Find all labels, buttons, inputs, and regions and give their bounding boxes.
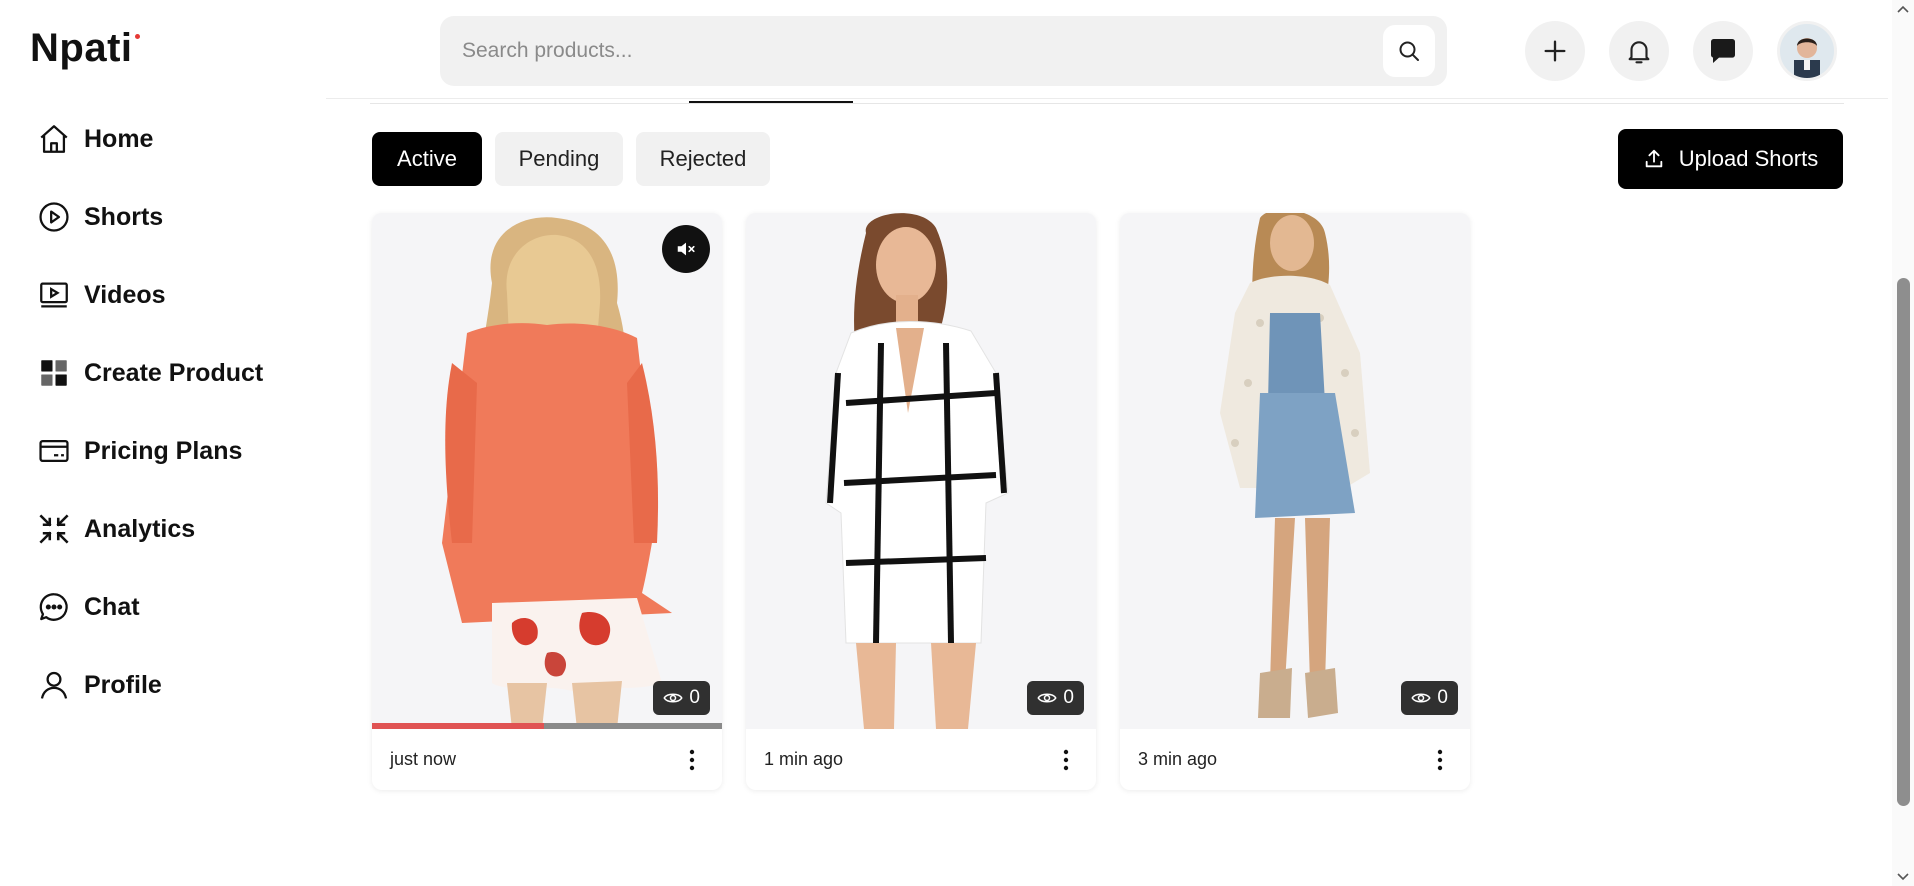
card-footer: just now bbox=[372, 729, 722, 790]
sidebar-item-label: Profile bbox=[84, 670, 162, 699]
more-options-button[interactable] bbox=[1054, 745, 1078, 775]
search-bar bbox=[440, 16, 1447, 86]
tab-label: Pending bbox=[518, 146, 600, 171]
tabs-divider bbox=[370, 103, 1844, 104]
analytics-icon bbox=[36, 511, 72, 547]
white-check-playsuit-model-image bbox=[746, 213, 1096, 729]
logo-text: Npati bbox=[30, 26, 133, 70]
orange-blazer-model-image bbox=[372, 213, 722, 729]
muted-speaker-icon bbox=[677, 242, 695, 256]
user-icon bbox=[36, 667, 72, 703]
short-time: 1 min ago bbox=[764, 749, 844, 769]
short-thumbnail[interactable]: 0 bbox=[746, 213, 1096, 729]
more-options-button[interactable] bbox=[680, 745, 704, 775]
views-badge: 0 bbox=[653, 681, 710, 715]
scrollbar[interactable] bbox=[1892, 0, 1914, 886]
denim-overall-dress-model-image bbox=[1120, 213, 1470, 729]
sidebar-item-chat[interactable]: Chat bbox=[0, 568, 300, 646]
chat-icon bbox=[36, 589, 72, 625]
home-icon bbox=[36, 121, 72, 157]
card-footer: 3 min ago bbox=[1120, 729, 1470, 790]
video-icon bbox=[36, 277, 72, 313]
scroll-up-icon[interactable] bbox=[1897, 4, 1909, 14]
tab-active[interactable]: Active bbox=[372, 132, 482, 186]
add-icon bbox=[1544, 40, 1566, 62]
sidebar-item-label: Create Product bbox=[84, 358, 264, 387]
add-button[interactable] bbox=[1525, 21, 1585, 81]
more-vertical-icon bbox=[689, 749, 695, 770]
short-thumbnail[interactable]: 0 bbox=[1120, 213, 1470, 729]
short-card[interactable]: 0 1 min ago bbox=[746, 213, 1096, 790]
scroll-down-icon[interactable] bbox=[1897, 872, 1909, 882]
sidebar: Home Shorts Videos Create Product Pricin… bbox=[0, 100, 300, 724]
search-icon bbox=[1399, 41, 1419, 61]
upload-icon bbox=[1645, 149, 1663, 168]
views-count: 0 bbox=[1437, 687, 1448, 708]
upload-shorts-button[interactable]: Upload Shorts bbox=[1618, 129, 1843, 189]
card-icon bbox=[36, 433, 72, 469]
upload-label: Upload Shorts bbox=[1678, 146, 1819, 171]
sidebar-item-videos[interactable]: Videos bbox=[0, 256, 300, 334]
sidebar-item-pricing-plans[interactable]: Pricing Plans bbox=[0, 412, 300, 490]
messages-button[interactable] bbox=[1693, 21, 1753, 81]
notifications-button[interactable] bbox=[1609, 21, 1669, 81]
more-vertical-icon bbox=[1437, 749, 1443, 770]
mute-button[interactable] bbox=[662, 225, 710, 273]
sidebar-item-create-product[interactable]: Create Product bbox=[0, 334, 300, 412]
scrollbar-thumb[interactable] bbox=[1897, 278, 1910, 806]
views-count: 0 bbox=[689, 687, 700, 708]
search-button[interactable] bbox=[1383, 25, 1435, 77]
short-card[interactable]: 0 just now bbox=[372, 213, 722, 790]
sidebar-item-label: Home bbox=[84, 124, 154, 153]
search-input[interactable] bbox=[440, 16, 1383, 86]
sidebar-item-label: Videos bbox=[84, 280, 166, 309]
short-card[interactable]: 0 3 min ago bbox=[1120, 213, 1470, 790]
views-badge: 0 bbox=[1027, 681, 1084, 715]
message-icon bbox=[1711, 39, 1735, 63]
tab-label: Active bbox=[397, 146, 457, 171]
avatar[interactable] bbox=[1777, 21, 1837, 81]
card-footer: 1 min ago bbox=[746, 729, 1096, 790]
sidebar-item-profile[interactable]: Profile bbox=[0, 646, 300, 724]
sidebar-item-home[interactable]: Home bbox=[0, 100, 300, 178]
sidebar-item-shorts[interactable]: Shorts bbox=[0, 178, 300, 256]
short-time: just now bbox=[390, 749, 457, 769]
tab-rejected[interactable]: Rejected bbox=[636, 132, 770, 186]
eye-icon bbox=[1037, 693, 1058, 703]
brand-logo[interactable]: Npati bbox=[30, 26, 140, 71]
short-time: 3 min ago bbox=[1138, 749, 1218, 769]
eye-icon bbox=[663, 693, 684, 703]
bell-icon bbox=[1628, 41, 1650, 64]
play-circle-icon bbox=[36, 199, 72, 235]
views-badge: 0 bbox=[1401, 681, 1458, 715]
app-root: Npati Home Shorts Videos Create Product bbox=[0, 0, 1914, 886]
more-vertical-icon bbox=[1063, 749, 1069, 770]
header-divider bbox=[326, 98, 1888, 99]
sidebar-item-label: Analytics bbox=[84, 514, 196, 543]
plus-icon bbox=[36, 355, 72, 391]
sidebar-item-label: Shorts bbox=[84, 202, 164, 231]
eye-icon bbox=[1411, 693, 1432, 703]
sidebar-item-label: Pricing Plans bbox=[84, 436, 243, 465]
avatar-image bbox=[1780, 24, 1834, 78]
logo-dot bbox=[134, 34, 140, 39]
short-thumbnail[interactable]: 0 bbox=[372, 213, 722, 729]
tab-label: Rejected bbox=[659, 146, 747, 171]
views-count: 0 bbox=[1063, 687, 1074, 708]
tab-pending[interactable]: Pending bbox=[495, 132, 623, 186]
sidebar-item-label: Chat bbox=[84, 592, 140, 621]
sidebar-item-analytics[interactable]: Analytics bbox=[0, 490, 300, 568]
more-options-button[interactable] bbox=[1428, 745, 1452, 775]
